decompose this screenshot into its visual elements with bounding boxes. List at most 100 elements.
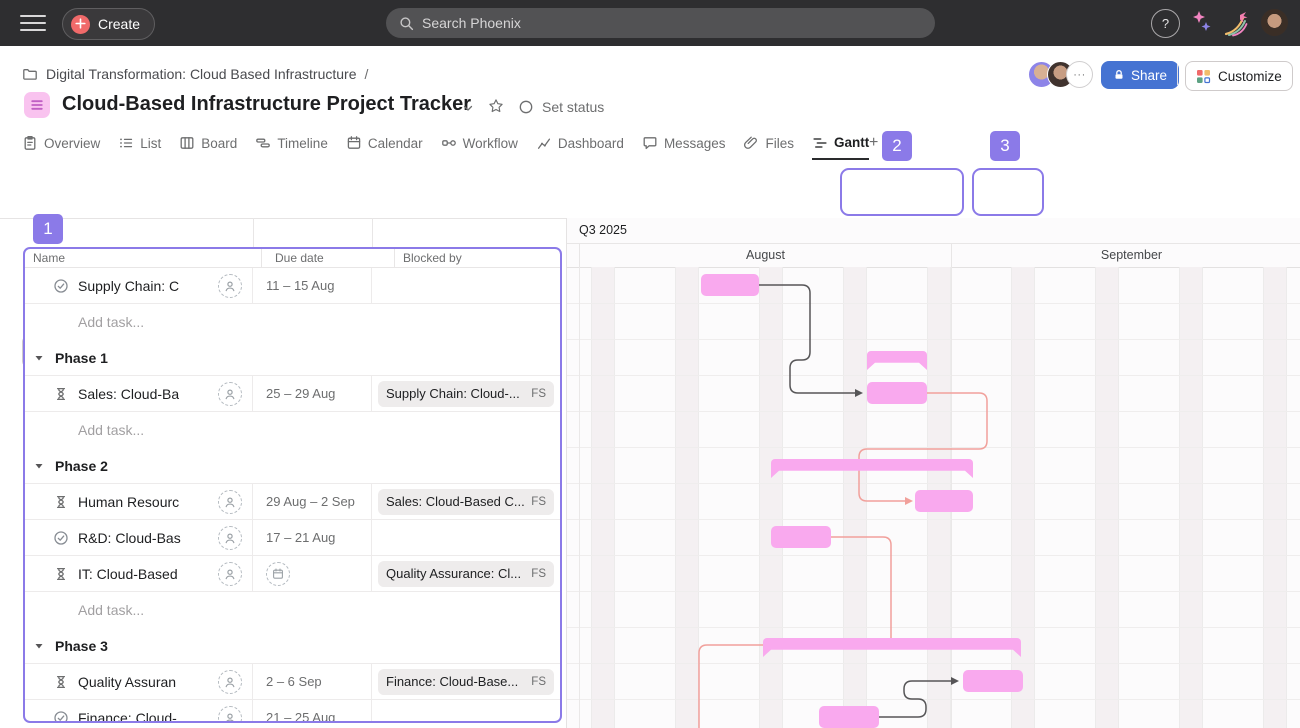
add-task-row[interactable]: Add task... <box>25 304 560 340</box>
set-due-date-icon[interactable] <box>266 562 290 586</box>
breadcrumb-text[interactable]: Digital Transformation: Cloud Based Infr… <box>46 66 356 82</box>
task-complete-icon[interactable] <box>53 710 69 724</box>
more-members-button[interactable]: ··· <box>1066 61 1093 88</box>
dependency-chip[interactable]: Quality Assurance: Cl...FS <box>378 561 554 587</box>
title-chevron-down-icon[interactable] <box>460 100 476 116</box>
create-button[interactable]: Create <box>62 8 155 40</box>
tab-overview[interactable]: Overview <box>22 127 100 160</box>
assignee-placeholder-icon[interactable] <box>218 562 242 586</box>
task-row[interactable]: IT: Cloud-Based Quality Assurance: Cl...… <box>25 556 560 592</box>
gantt-toolbar: Add task Today Months Filter Sort Group … <box>0 160 1300 219</box>
page-title[interactable]: Cloud-Based Infrastructure Project Track… <box>62 93 471 116</box>
task-name-cell[interactable]: Human Resourc <box>25 484 253 519</box>
task-pending-icon[interactable] <box>53 674 69 690</box>
tab-files[interactable]: Files <box>743 127 794 160</box>
phoenix-mascot-icon[interactable] <box>1222 8 1252 43</box>
assignee-placeholder-icon[interactable] <box>218 382 242 406</box>
task-name-cell[interactable]: Quality Assuran <box>25 664 253 699</box>
task-row[interactable]: Supply Chain: C 11 – 15 Aug <box>25 268 560 304</box>
tab-dashboard[interactable]: Dashboard <box>536 127 624 160</box>
help-button[interactable]: ? <box>1151 9 1180 38</box>
task-name-cell[interactable]: IT: Cloud-Based <box>25 556 253 591</box>
blocked-by-cell[interactable]: Sales: Cloud-Based C...FS <box>372 484 560 519</box>
gantt-chart[interactable]: Q3 2025 AugustSeptember <box>566 218 1300 728</box>
assignee-placeholder-icon[interactable] <box>218 706 242 723</box>
tab-messages[interactable]: Messages <box>642 127 726 160</box>
task-name-cell[interactable]: Sales: Cloud-Ba <box>25 376 253 411</box>
blocked-by-cell[interactable] <box>372 520 560 555</box>
add-task-row[interactable]: Add task... <box>25 412 560 448</box>
dependency-chip[interactable]: Sales: Cloud-Based C...FS <box>378 489 554 515</box>
gantt-bar[interactable] <box>915 490 973 512</box>
user-avatar[interactable] <box>1261 9 1288 36</box>
breadcrumb[interactable]: Digital Transformation: Cloud Based Infr… <box>22 62 368 86</box>
blocked-by-cell[interactable]: Supply Chain: Cloud-...FS <box>372 376 560 411</box>
caret-down-icon[interactable] <box>33 460 45 472</box>
add-task-row[interactable]: Add task... <box>25 592 560 628</box>
section-row[interactable]: Phase 2 <box>25 448 560 484</box>
share-button[interactable]: Share <box>1101 61 1179 89</box>
task-pending-icon[interactable] <box>53 494 69 510</box>
due-date: 17 – 21 Aug <box>266 530 335 545</box>
assignee-placeholder-icon[interactable] <box>218 490 242 514</box>
blocked-by-cell[interactable]: Quality Assurance: Cl...FS <box>372 556 560 591</box>
gantt-bar[interactable] <box>963 670 1023 692</box>
due-date-cell[interactable]: 17 – 21 Aug <box>253 520 372 555</box>
task-name-cell[interactable]: Finance: Cloud- <box>25 700 253 723</box>
assignee-placeholder-icon[interactable] <box>218 274 242 298</box>
task-row[interactable]: Sales: Cloud-Ba 25 – 29 Aug Supply Chain… <box>25 376 560 412</box>
tab-gantt[interactable]: Gantt <box>812 127 869 160</box>
column-header[interactable]: Blocked by <box>395 251 560 265</box>
section-row[interactable]: Phase 1 <box>25 340 560 376</box>
due-date-cell[interactable] <box>253 556 372 591</box>
caret-down-icon[interactable] <box>33 352 45 364</box>
due-date-cell[interactable]: 2 – 6 Sep <box>253 664 372 699</box>
section-row[interactable]: Phase 3 <box>25 628 560 664</box>
hamburger-menu-icon[interactable] <box>20 11 46 35</box>
caret-down-icon[interactable] <box>33 640 45 652</box>
dependency-line <box>699 645 763 728</box>
favorite-star-icon[interactable] <box>488 98 504 114</box>
set-status-button[interactable]: Set status <box>518 99 604 115</box>
assignee-placeholder-icon[interactable] <box>218 670 242 694</box>
search-input[interactable]: Search Phoenix <box>386 8 935 38</box>
task-row[interactable]: Quality Assuran 2 – 6 Sep Finance: Cloud… <box>25 664 560 700</box>
task-pending-icon[interactable] <box>53 386 69 402</box>
tab-calendar[interactable]: Calendar <box>346 127 423 160</box>
gantt-bar[interactable] <box>771 526 831 548</box>
gantt-bar[interactable] <box>867 382 927 404</box>
column-header[interactable]: Name <box>25 249 262 267</box>
task-row[interactable]: Finance: Cloud- 21 – 25 Aug <box>25 700 560 723</box>
blocked-by-cell[interactable] <box>372 700 560 723</box>
blocked-by-cell[interactable]: Finance: Cloud-Base...FS <box>372 664 560 699</box>
add-tab-icon[interactable]: + <box>869 134 878 152</box>
task-table[interactable]: NameDue dateBlocked by Supply Chain: C 1… <box>23 247 562 723</box>
tab-list[interactable]: List <box>118 127 161 160</box>
task-name-cell[interactable]: R&D: Cloud-Bas <box>25 520 253 555</box>
column-header[interactable]: Due date <box>262 249 395 267</box>
task-complete-icon[interactable] <box>53 530 69 546</box>
task-pending-icon[interactable] <box>53 566 69 582</box>
task-row[interactable]: Human Resourc 29 Aug – 2 Sep Sales: Clou… <box>25 484 560 520</box>
task-row[interactable]: R&D: Cloud-Bas 17 – 21 Aug <box>25 520 560 556</box>
task-complete-icon[interactable] <box>53 278 69 294</box>
due-date: 11 – 15 Aug <box>266 278 334 293</box>
due-date-cell[interactable]: 11 – 15 Aug <box>253 268 372 303</box>
customize-button[interactable]: Customize <box>1185 61 1293 91</box>
due-date-cell[interactable]: 25 – 29 Aug <box>253 376 372 411</box>
tab-timeline[interactable]: Timeline <box>255 127 328 160</box>
dependency-chip[interactable]: Supply Chain: Cloud-...FS <box>378 381 554 407</box>
due-date-cell[interactable]: 29 Aug – 2 Sep <box>253 484 372 519</box>
blocked-by-cell[interactable] <box>372 268 560 303</box>
dependency-chip[interactable]: Finance: Cloud-Base...FS <box>378 669 554 695</box>
gantt-bar[interactable] <box>819 706 879 728</box>
assignee-placeholder-icon[interactable] <box>218 526 242 550</box>
tab-workflow[interactable]: Workflow <box>441 127 518 160</box>
gantt-bar[interactable] <box>701 274 759 296</box>
due-date-cell[interactable]: 21 – 25 Aug <box>253 700 372 723</box>
sparkles-ai-icon[interactable] <box>1191 10 1213 41</box>
task-name-cell[interactable]: Supply Chain: C <box>25 268 253 303</box>
dependency-name: Quality Assurance: Cl... <box>386 566 525 581</box>
annotation-badge: 1 <box>33 214 63 244</box>
tab-board[interactable]: Board <box>179 127 237 160</box>
